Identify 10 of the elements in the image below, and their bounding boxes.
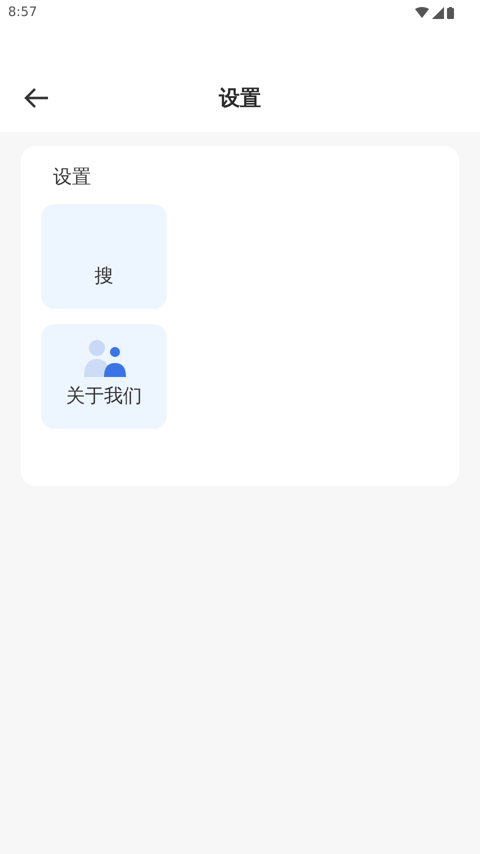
people-icon xyxy=(82,339,126,379)
settings-tile[interactable]: 搜 xyxy=(41,204,167,309)
signal-icon xyxy=(432,6,444,18)
status-time: 8:57 xyxy=(8,5,38,20)
battery-icon xyxy=(447,6,454,18)
settings-tile[interactable]: 关于我们 xyxy=(41,324,167,429)
wifi-icon xyxy=(415,7,429,18)
page-title: 设置 xyxy=(219,85,261,112)
back-arrow-icon xyxy=(23,87,49,109)
section-title: 设置 xyxy=(53,165,92,190)
